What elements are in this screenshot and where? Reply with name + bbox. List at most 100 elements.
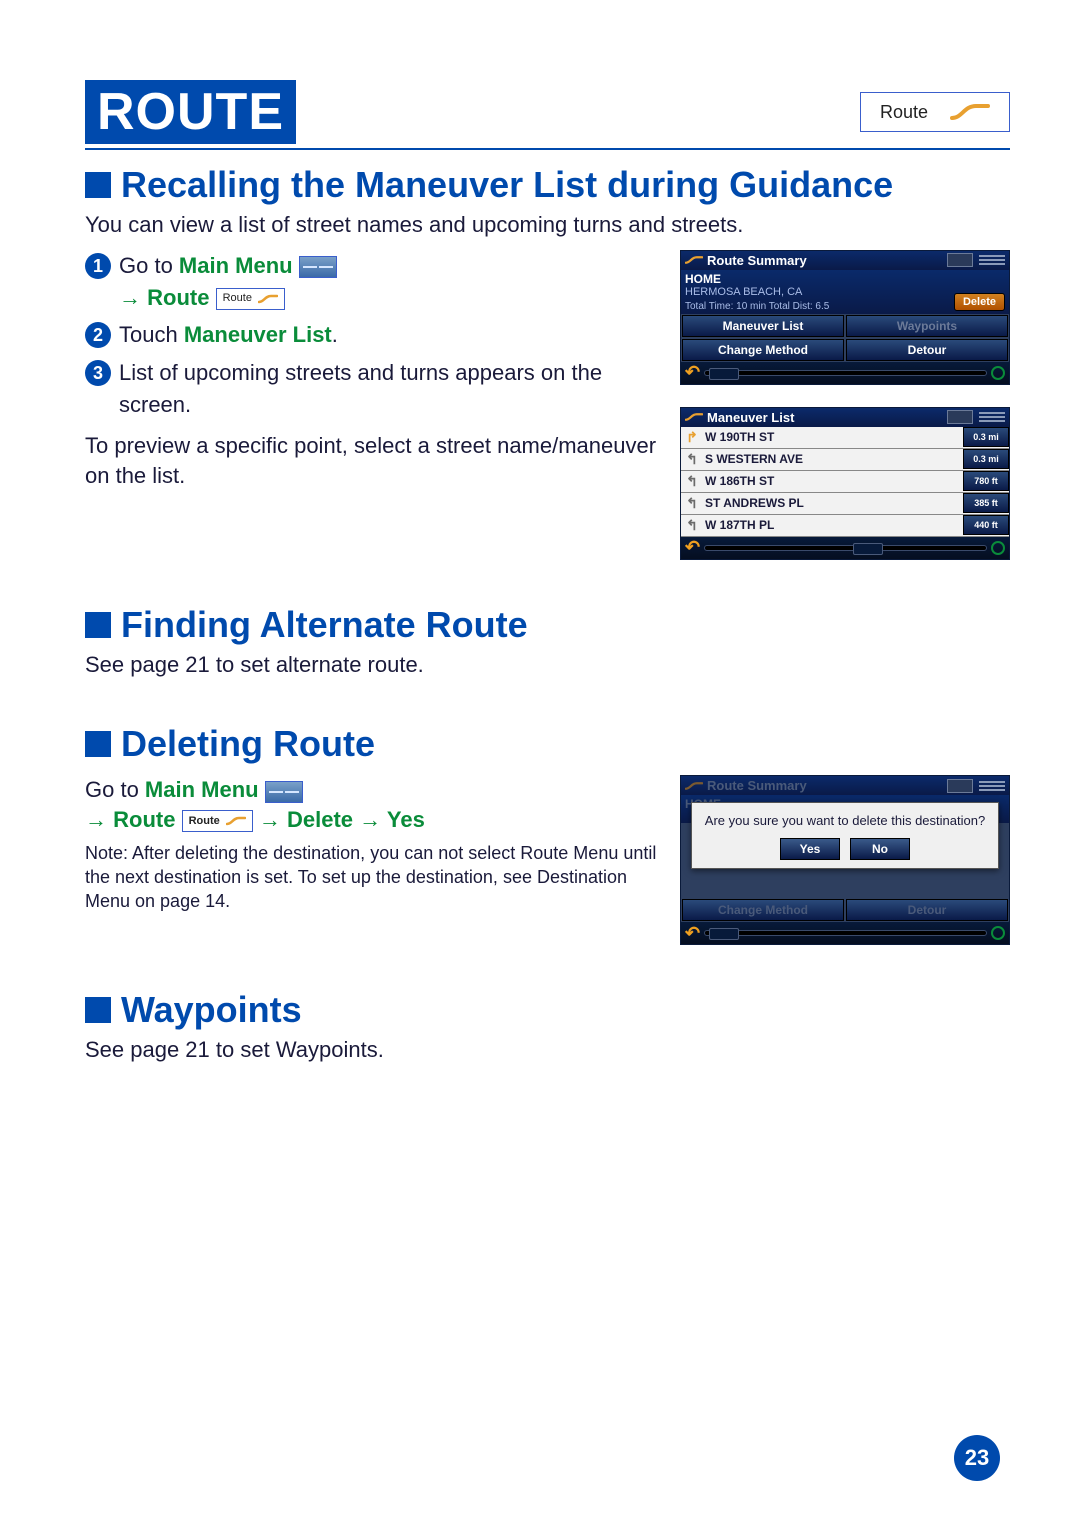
heading-waypoints: Waypoints — [85, 989, 1010, 1031]
scroll-track[interactable] — [704, 545, 987, 551]
list-item[interactable]: ↰S WESTERN AVE0.3 mi — [681, 449, 1009, 471]
delete-note: Note: After deleting the destination, yo… — [85, 841, 660, 914]
route-swish-icon — [950, 102, 990, 122]
device-delete-dialog: Route Summary HOME Are you sure you want… — [680, 775, 1010, 945]
section-deleting: Deleting Route Go to Main Menu → Route R… — [85, 723, 1010, 945]
back-icon[interactable]: ↶ — [685, 923, 700, 944]
detour-button[interactable]: Detour — [846, 339, 1008, 361]
distance-badge: 780 ft — [963, 471, 1009, 491]
turn-left-icon: ↰ — [685, 473, 699, 490]
list-item[interactable]: ↱W 190TH ST0.3 mi — [681, 427, 1009, 449]
square-bullet-icon — [85, 997, 111, 1023]
delete-line2: → Route Route → Delete → Yes — [85, 805, 660, 835]
step2-maneuver-link: Maneuver List — [184, 322, 332, 347]
menu-lines-icon[interactable] — [979, 779, 1005, 793]
menu-lines-icon[interactable] — [979, 253, 1005, 267]
scroll-thumb[interactable] — [853, 543, 883, 555]
heading-text: Recalling the Maneuver List during Guida… — [121, 164, 893, 206]
square-bullet-icon — [85, 172, 111, 198]
dialog-message: Are you sure you want to delete this des… — [698, 813, 992, 828]
heading-recalling: Recalling the Maneuver List during Guida… — [85, 164, 1010, 206]
power-icon[interactable] — [991, 541, 1005, 555]
device-title: Route Summary — [707, 253, 807, 268]
section-waypoints: Waypoints See page 21 to set Waypoints. — [85, 989, 1010, 1065]
delete-delete-link: Delete — [287, 807, 353, 832]
route-mini-icon: Route — [216, 288, 285, 310]
scroll-thumb[interactable] — [709, 928, 739, 940]
window-icon[interactable] — [947, 410, 973, 424]
turn-left-icon: ↰ — [685, 517, 699, 534]
step2-text-a: Touch — [119, 322, 184, 347]
street-name: S WESTERN AVE — [705, 452, 803, 466]
power-icon[interactable] — [991, 366, 1005, 380]
dialog-no-button[interactable]: No — [850, 838, 910, 860]
list-item[interactable]: ↰W 186TH ST780 ft — [681, 471, 1009, 493]
heading-deleting: Deleting Route — [85, 723, 1010, 765]
step-bullet-3: 3 — [85, 360, 111, 386]
scroll-track[interactable] — [704, 930, 987, 936]
alternate-text: See page 21 to set alternate route. — [85, 650, 1010, 680]
route-swish-icon — [685, 411, 703, 423]
route-mini-label: Route — [223, 291, 252, 307]
window-icon[interactable] — [947, 253, 973, 267]
route-swish-icon — [685, 254, 703, 266]
step1-text: Go to — [119, 253, 179, 278]
change-method-button[interactable]: Change Method — [682, 339, 844, 361]
step3-text: List of upcoming streets and turns appea… — [119, 357, 660, 421]
turn-left-icon: ↰ — [685, 495, 699, 512]
back-icon[interactable]: ↶ — [685, 362, 700, 383]
list-item[interactable]: ↰ ST ANDREWS PL 385 ft — [681, 493, 1009, 515]
street-name: W 190TH ST — [705, 430, 774, 444]
step-3: 3 List of upcoming streets and turns app… — [85, 357, 660, 421]
device-route-summary: Route Summary HOME HERMOSA BEACH, CA Tot… — [680, 250, 1010, 385]
page-number-badge: 23 — [954, 1435, 1000, 1481]
delete-mainmenu-link: Main Menu — [145, 777, 259, 802]
waypoints-button[interactable]: Waypoints — [846, 315, 1008, 337]
distance-badge: 0.3 mi — [963, 427, 1009, 447]
section-alternate: Finding Alternate Route See page 21 to s… — [85, 604, 1010, 680]
back-icon[interactable]: ↶ — [685, 537, 700, 558]
delete-button[interactable]: Delete — [954, 293, 1005, 311]
device-info: HOME HERMOSA BEACH, CA Total Time: 10 mi… — [681, 270, 1009, 314]
window-icon[interactable] — [947, 779, 973, 793]
detour-button-dim: Detour — [846, 899, 1008, 921]
step-bullet-2: 2 — [85, 322, 111, 348]
dialog-yes-button[interactable]: Yes — [780, 838, 840, 860]
heading-text: Finding Alternate Route — [121, 604, 528, 646]
maneuver-list-body: ↱W 190TH ST0.3 mi↰S WESTERN AVE0.3 mi↰W … — [681, 427, 1009, 537]
device-title: Maneuver List — [707, 410, 794, 425]
step1-route-link: Route — [147, 285, 209, 310]
distance-badge: 440 ft — [963, 515, 1009, 535]
delete-route-link: Route — [113, 807, 175, 832]
heading-text: Deleting Route — [121, 723, 375, 765]
main-menu-icon — [265, 781, 303, 803]
confirm-dialog: Are you sure you want to delete this des… — [691, 802, 999, 869]
device-titlebar: Route Summary — [681, 251, 1009, 270]
section-recalling: Recalling the Maneuver List during Guida… — [85, 164, 1010, 560]
maneuver-list-button[interactable]: Maneuver List — [682, 315, 844, 337]
square-bullet-icon — [85, 731, 111, 757]
scroll-track[interactable] — [704, 370, 987, 376]
street-name: W 187TH PL — [705, 518, 774, 532]
route-mini-icon: Route — [182, 810, 253, 832]
street-name: ST ANDREWS PL — [705, 496, 804, 510]
heading-alternate: Finding Alternate Route — [85, 604, 1010, 646]
arrow-icon: → — [359, 807, 381, 832]
device-titlebar: Route Summary — [681, 776, 1009, 795]
device-title: Route Summary — [707, 778, 807, 793]
main-menu-icon — [299, 256, 337, 278]
step-2: 2 Touch Maneuver List. — [85, 319, 660, 351]
device-footer-bar: ↶ — [681, 362, 1009, 384]
page-header: ROUTE Route — [85, 80, 1010, 144]
route-mini-label: Route — [189, 814, 220, 829]
distance-badge: 385 ft — [963, 493, 1009, 513]
menu-lines-icon[interactable] — [979, 410, 1005, 424]
arrow-icon: → — [259, 807, 281, 832]
list-item[interactable]: ↰ W 187TH PL 440 ft — [681, 515, 1009, 537]
device-footer-bar: ↶ — [681, 922, 1009, 944]
arrow-icon: → — [85, 807, 107, 832]
power-icon[interactable] — [991, 926, 1005, 940]
scroll-thumb[interactable] — [709, 368, 739, 380]
turn-left-icon: ↰ — [685, 451, 699, 468]
header-rule — [85, 148, 1010, 150]
